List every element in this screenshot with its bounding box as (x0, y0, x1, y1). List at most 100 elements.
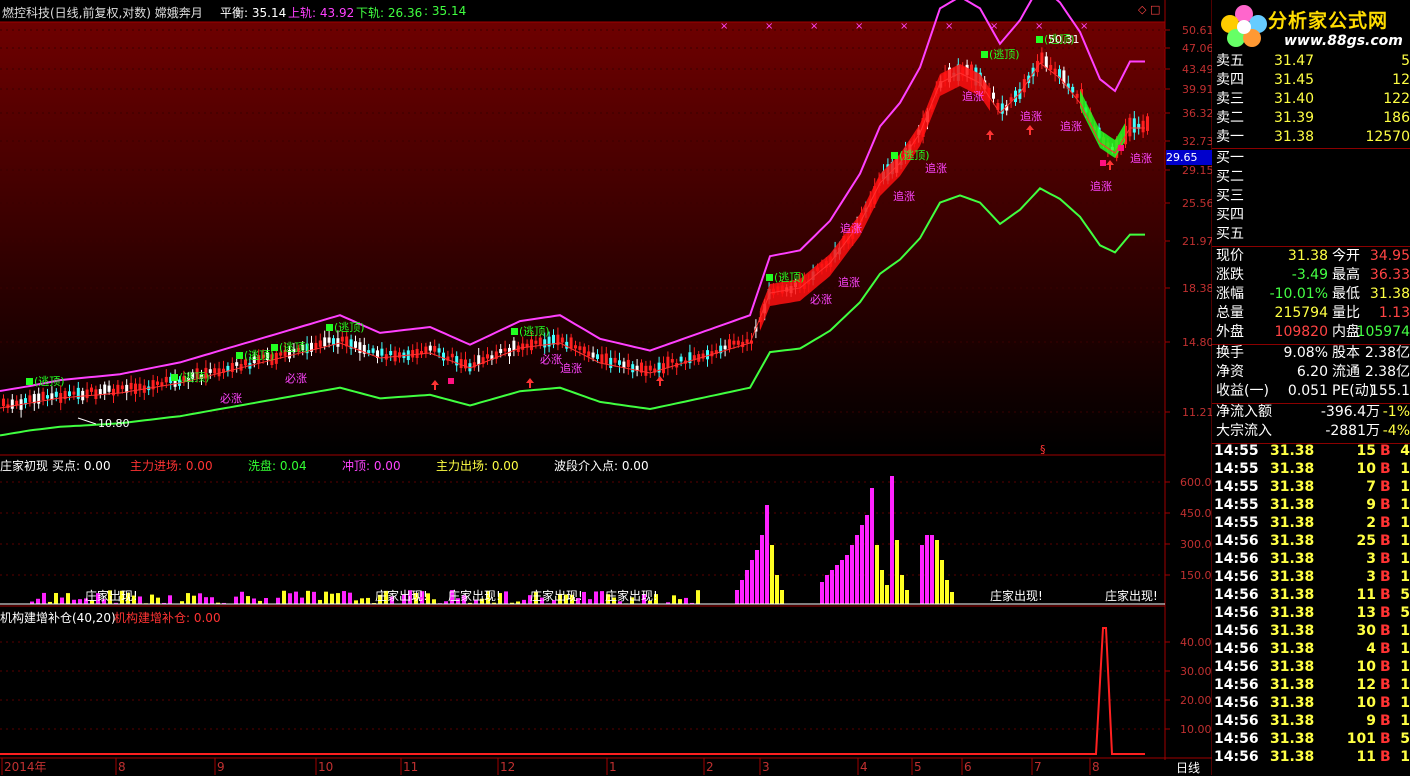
candle-body (460, 359, 463, 368)
tick-price: 31.38 (1270, 748, 1314, 766)
tick-volume: 9 (1324, 712, 1376, 730)
candle-body (627, 360, 630, 367)
sell-volume: 122 (1383, 90, 1410, 108)
ind1-legend-item: 庄家初现 (0, 457, 48, 474)
flow-label: 大宗流入 (1216, 422, 1272, 440)
buy-label: 买二 (1216, 168, 1244, 186)
ind1-legend-item: 冲顶: 0.00 (342, 457, 401, 474)
sell-row[interactable]: 卖二31.39186 (1212, 109, 1410, 127)
stat-label: 最低 (1332, 285, 1360, 303)
tick-volume: 101 (1324, 730, 1376, 748)
tick-price: 31.38 (1270, 658, 1314, 676)
tick-count: 1 (1400, 550, 1410, 568)
zhui-zhang-label: 追涨 (560, 361, 582, 375)
candle-body (116, 385, 119, 393)
finance-value: 6.20 (1266, 363, 1328, 381)
ind1-small-bar (594, 591, 598, 604)
candle-body (992, 93, 995, 99)
finance-row: 收益(一)0.051PE(动)155.1 (1212, 382, 1410, 400)
tick-row: 14:5631.389B1 (1212, 712, 1410, 730)
header-field-1: 上轨: 43.92 (288, 4, 354, 21)
candle-body (552, 335, 555, 345)
time-label: 11 (403, 760, 418, 774)
tick-count: 1 (1400, 460, 1410, 478)
tick-row: 14:5531.3815B4 (1212, 442, 1410, 460)
candle-body (130, 383, 133, 389)
restore-icon[interactable]: ◇ (1138, 3, 1146, 16)
sell-price: 31.40 (1274, 90, 1314, 108)
candle-body (156, 382, 159, 385)
stat-value: 34.95 (1370, 247, 1410, 265)
ind1-small-bar (600, 591, 604, 604)
ind1-bar (865, 515, 869, 604)
candle-body (649, 366, 652, 371)
buy-label: 买四 (1216, 206, 1244, 224)
maximize-icon[interactable]: □ (1150, 3, 1160, 16)
buy-label: 买三 (1216, 187, 1244, 205)
ind1-bar (950, 592, 954, 604)
time-label: 12 (500, 760, 515, 774)
tick-row: 14:5631.3813B5 (1212, 604, 1410, 622)
candle-body (341, 337, 344, 342)
tick-count: 1 (1400, 658, 1410, 676)
candle-body (358, 342, 361, 353)
cross-marker: × (900, 21, 908, 32)
ind1-small-bar (210, 597, 214, 604)
tick-time: 14:56 (1214, 568, 1259, 586)
sell-row[interactable]: 卖一31.3812570 (1212, 128, 1410, 146)
tick-price: 31.38 (1270, 568, 1314, 586)
price-tick-label: 18.38 (1182, 282, 1214, 295)
ind2-axis-label: 20.00 (1180, 694, 1212, 707)
candle-body (618, 360, 621, 365)
buy-row[interactable]: 买三 (1212, 187, 1410, 205)
tick-row: 14:5631.38101B5 (1212, 730, 1410, 748)
time-label: 4 (860, 760, 868, 774)
chart-area[interactable]: 50.6147.0643.4939.9136.3232.7329.1525.56… (0, 0, 1410, 775)
sell-row[interactable]: 卖五31.475 (1212, 52, 1410, 70)
ind1-axis-label: 300.0 (1180, 538, 1212, 551)
buy-row[interactable]: 买四 (1212, 206, 1410, 224)
ind1-bar (945, 580, 949, 604)
candle-body (1071, 87, 1074, 92)
candle-body (600, 354, 603, 363)
stat-row: 外盘109820内盘105974 (1212, 323, 1410, 341)
tao-ding-label: (逃顶) (334, 321, 365, 334)
candle-body (455, 356, 458, 365)
candle-body (90, 388, 93, 392)
candle-body (530, 339, 533, 350)
sell-volume: 12 (1392, 71, 1410, 89)
tick-time: 14:55 (1214, 442, 1259, 460)
tick-volume: 7 (1324, 478, 1376, 496)
candle-body (429, 346, 432, 351)
tao-ding-label: (逃顶) (519, 325, 550, 338)
buy-row[interactable]: 买二 (1212, 168, 1410, 186)
tick-time: 14:56 (1214, 730, 1259, 748)
tick-count: 1 (1400, 748, 1410, 766)
price-tick-label: 50.61 (1182, 24, 1214, 37)
sell-row[interactable]: 卖三31.40122 (1212, 90, 1410, 108)
tick-row: 14:5531.389B1 (1212, 496, 1410, 514)
ind1-small-bar (324, 592, 328, 604)
tick-price: 31.38 (1270, 712, 1314, 730)
buy-row[interactable]: 买一 (1212, 149, 1410, 167)
zhui-zhang-label: 追涨 (1090, 179, 1112, 193)
buy-row[interactable]: 买五 (1212, 225, 1410, 243)
stat-value: 215794 (1266, 304, 1328, 322)
top-escape-marker (171, 374, 178, 381)
ind1-small-bar (192, 596, 196, 604)
window-controls[interactable]: ◇ □ (1138, 3, 1160, 16)
tick-count: 1 (1400, 514, 1410, 532)
candle-body (609, 358, 612, 368)
flow-percent: -4% (1383, 422, 1410, 440)
candle-body (592, 353, 595, 358)
sell-row[interactable]: 卖四31.4512 (1212, 71, 1410, 89)
ind1-legend-item: 洗盘: 0.04 (248, 457, 307, 474)
ind2-line (0, 628, 1145, 754)
cross-marker: × (990, 21, 998, 32)
ind2-legend-item: 机构建增补仓: 0.00 (114, 609, 221, 626)
cross-marker: × (945, 21, 953, 32)
candle-body (746, 339, 749, 343)
header-field-2: 下轨: 26.36 (356, 4, 422, 21)
time-axis: 2014年8910111212345678 (2, 758, 1100, 775)
period-label[interactable]: 日线 (1176, 759, 1200, 776)
